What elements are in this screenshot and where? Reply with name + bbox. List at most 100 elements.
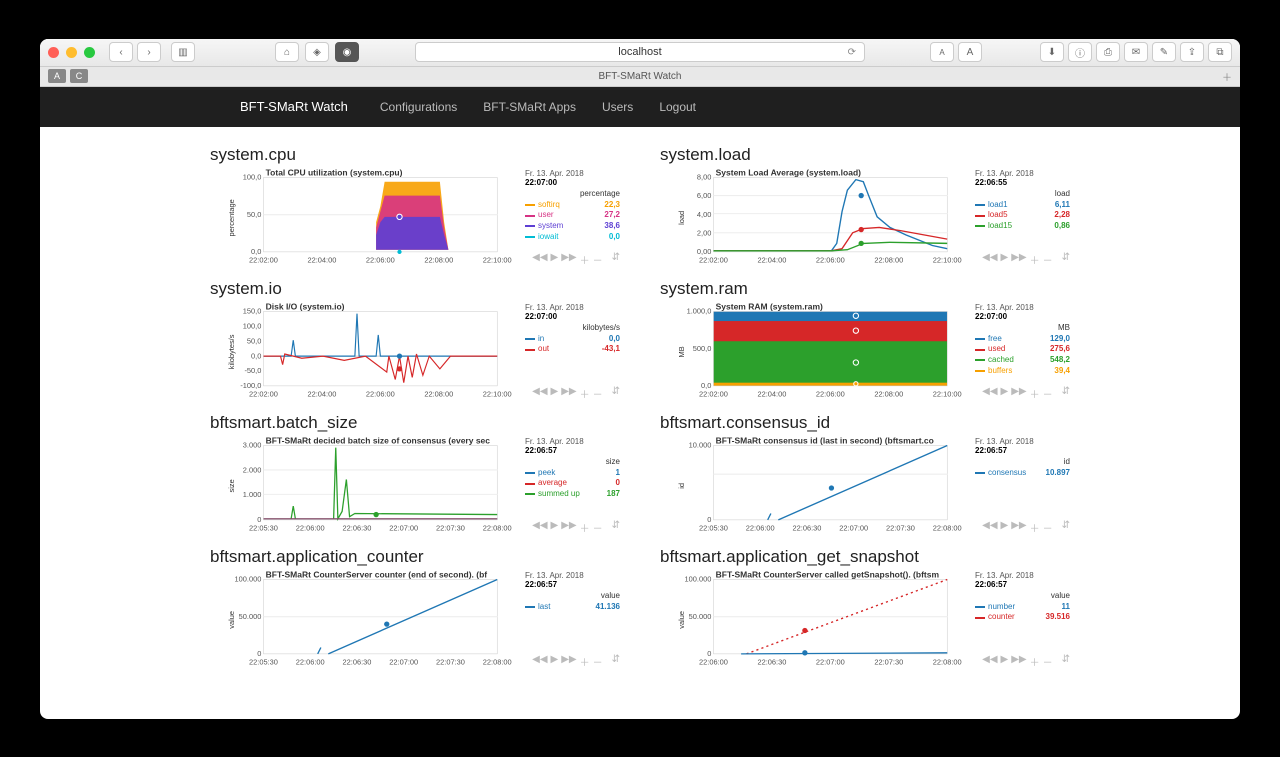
legend-item[interactable]: load5 2,28 bbox=[975, 210, 1070, 221]
zoom-in-icon[interactable]: ＋ bbox=[580, 520, 590, 535]
shield-icon[interactable]: ◈ bbox=[305, 42, 329, 62]
expand-icon[interactable]: ⇵ bbox=[1062, 386, 1070, 401]
play-icon[interactable]: ▶ bbox=[1001, 252, 1009, 267]
forward-icon[interactable]: ▶▶ bbox=[1011, 252, 1026, 267]
forward-button[interactable]: › bbox=[137, 42, 161, 62]
nav-configurations[interactable]: Configurations bbox=[380, 100, 457, 114]
print-icon[interactable]: ⎙ bbox=[1096, 42, 1120, 62]
zoom-out-icon[interactable]: － bbox=[1043, 386, 1053, 401]
legend-item[interactable]: free 129,0 bbox=[975, 334, 1070, 345]
legend-item[interactable]: softirq 22,3 bbox=[525, 200, 620, 211]
play-icon[interactable]: ▶ bbox=[551, 520, 559, 535]
play-icon[interactable]: ▶ bbox=[551, 386, 559, 401]
expand-icon[interactable]: ⇵ bbox=[612, 654, 620, 669]
chart-plot[interactable]: System Load Average (system.load) load 0… bbox=[660, 169, 971, 271]
tabs-icon[interactable]: ⧉ bbox=[1208, 42, 1232, 62]
legend-item[interactable]: user 27,2 bbox=[525, 210, 620, 221]
legend-item[interactable]: consensus 10.897 bbox=[975, 468, 1070, 479]
chart-plot[interactable]: System RAM (system.ram) MB 0,0500,01.000… bbox=[660, 303, 971, 405]
download-icon[interactable]: ⬇ bbox=[1040, 42, 1064, 62]
forward-icon[interactable]: ▶▶ bbox=[1011, 386, 1026, 401]
reload-icon[interactable]: ⟳ bbox=[848, 47, 856, 58]
nav-users[interactable]: Users bbox=[602, 100, 633, 114]
edit-icon[interactable]: ✎ bbox=[1152, 42, 1176, 62]
zoom-in-icon[interactable]: ＋ bbox=[1030, 520, 1040, 535]
close-icon[interactable] bbox=[48, 47, 59, 58]
back-button[interactable]: ‹ bbox=[109, 42, 133, 62]
legend-item[interactable]: cached 548,2 bbox=[975, 355, 1070, 366]
forward-icon[interactable]: ▶▶ bbox=[561, 520, 576, 535]
legend-item[interactable]: system 38,6 bbox=[525, 221, 620, 232]
legend-item[interactable]: used 275,6 bbox=[975, 344, 1070, 355]
new-tab-button[interactable]: ＋ bbox=[1222, 69, 1232, 84]
legend-item[interactable]: buffers 39,4 bbox=[975, 366, 1070, 377]
font-larger-icon[interactable]: A bbox=[958, 42, 982, 62]
zoom-in-icon[interactable]: ＋ bbox=[1030, 386, 1040, 401]
legend-item[interactable]: iowait 0,0 bbox=[525, 232, 620, 243]
legend-item[interactable]: load1 6,11 bbox=[975, 200, 1070, 211]
rewind-icon[interactable]: ◀◀ bbox=[982, 252, 997, 267]
mail-icon[interactable]: ✉ bbox=[1124, 42, 1148, 62]
zoom-icon[interactable] bbox=[84, 47, 95, 58]
brand[interactable]: BFT-SMaRt Watch bbox=[240, 99, 348, 114]
shield2-icon[interactable]: ◉ bbox=[335, 42, 359, 62]
zoom-in-icon[interactable]: ＋ bbox=[1030, 654, 1040, 669]
rewind-icon[interactable]: ◀◀ bbox=[982, 520, 997, 535]
play-icon[interactable]: ▶ bbox=[551, 252, 559, 267]
zoom-in-icon[interactable]: ＋ bbox=[580, 654, 590, 669]
legend-item[interactable]: average 0 bbox=[525, 478, 620, 489]
info-icon[interactable]: ⓘ bbox=[1068, 42, 1092, 62]
rewind-icon[interactable]: ◀◀ bbox=[532, 654, 547, 669]
zoom-out-icon[interactable]: － bbox=[593, 386, 603, 401]
rewind-icon[interactable]: ◀◀ bbox=[982, 654, 997, 669]
expand-icon[interactable]: ⇵ bbox=[612, 386, 620, 401]
bookmark-c-icon[interactable]: C bbox=[70, 69, 88, 83]
legend-item[interactable]: number 11 bbox=[975, 602, 1070, 613]
bookmark-a-icon[interactable]: A bbox=[48, 69, 66, 83]
chart-plot[interactable]: Total CPU utilization (system.cpu) perce… bbox=[210, 169, 521, 271]
zoom-out-icon[interactable]: － bbox=[593, 252, 603, 267]
legend-item[interactable]: in 0,0 bbox=[525, 334, 620, 345]
legend-item[interactable]: last 41.136 bbox=[525, 602, 620, 613]
chart-plot[interactable]: BFT-SMaRt CounterServer counter (end of … bbox=[210, 571, 521, 673]
rewind-icon[interactable]: ◀◀ bbox=[532, 386, 547, 401]
forward-icon[interactable]: ▶▶ bbox=[1011, 520, 1026, 535]
minimize-icon[interactable] bbox=[66, 47, 77, 58]
forward-icon[interactable]: ▶▶ bbox=[561, 252, 576, 267]
legend-item[interactable]: load15 0,86 bbox=[975, 221, 1070, 232]
expand-icon[interactable]: ⇵ bbox=[612, 252, 620, 267]
zoom-in-icon[interactable]: ＋ bbox=[580, 386, 590, 401]
play-icon[interactable]: ▶ bbox=[1001, 654, 1009, 669]
play-icon[interactable]: ▶ bbox=[551, 654, 559, 669]
address-bar[interactable]: localhost ⟳ bbox=[415, 42, 865, 62]
chart-plot[interactable]: BFT-SMaRt CounterServer called getSnapsh… bbox=[660, 571, 971, 673]
sidebar-toggle-icon[interactable]: ▥ bbox=[171, 42, 195, 62]
zoom-out-icon[interactable]: － bbox=[593, 654, 603, 669]
zoom-out-icon[interactable]: － bbox=[1043, 654, 1053, 669]
chart-plot[interactable]: BFT-SMaRt decided batch size of consensu… bbox=[210, 437, 521, 539]
share-icon[interactable]: ⇪ bbox=[1180, 42, 1204, 62]
home-icon[interactable]: ⌂ bbox=[275, 42, 299, 62]
legend-item[interactable]: peek 1 bbox=[525, 468, 620, 479]
chart-plot[interactable]: Disk I/O (system.io) kilobytes/s -100,0-… bbox=[210, 303, 521, 405]
expand-icon[interactable]: ⇵ bbox=[1062, 520, 1070, 535]
zoom-out-icon[interactable]: － bbox=[1043, 520, 1053, 535]
expand-icon[interactable]: ⇵ bbox=[1062, 654, 1070, 669]
zoom-in-icon[interactable]: ＋ bbox=[1030, 252, 1040, 267]
zoom-out-icon[interactable]: － bbox=[1043, 252, 1053, 267]
legend-item[interactable]: counter 39.516 bbox=[975, 612, 1070, 623]
forward-icon[interactable]: ▶▶ bbox=[561, 654, 576, 669]
chart-plot[interactable]: BFT-SMaRt consensus id (last in second) … bbox=[660, 437, 971, 539]
expand-icon[interactable]: ⇵ bbox=[612, 520, 620, 535]
rewind-icon[interactable]: ◀◀ bbox=[982, 386, 997, 401]
rewind-icon[interactable]: ◀◀ bbox=[532, 252, 547, 267]
forward-icon[interactable]: ▶▶ bbox=[561, 386, 576, 401]
legend-item[interactable]: out -43,1 bbox=[525, 344, 620, 355]
legend-item[interactable]: summed up 187 bbox=[525, 489, 620, 500]
nav-apps[interactable]: BFT-SMaRt Apps bbox=[483, 100, 576, 114]
font-smaller-icon[interactable]: A bbox=[930, 42, 954, 62]
nav-logout[interactable]: Logout bbox=[659, 100, 696, 114]
play-icon[interactable]: ▶ bbox=[1001, 386, 1009, 401]
forward-icon[interactable]: ▶▶ bbox=[1011, 654, 1026, 669]
zoom-out-icon[interactable]: － bbox=[593, 520, 603, 535]
